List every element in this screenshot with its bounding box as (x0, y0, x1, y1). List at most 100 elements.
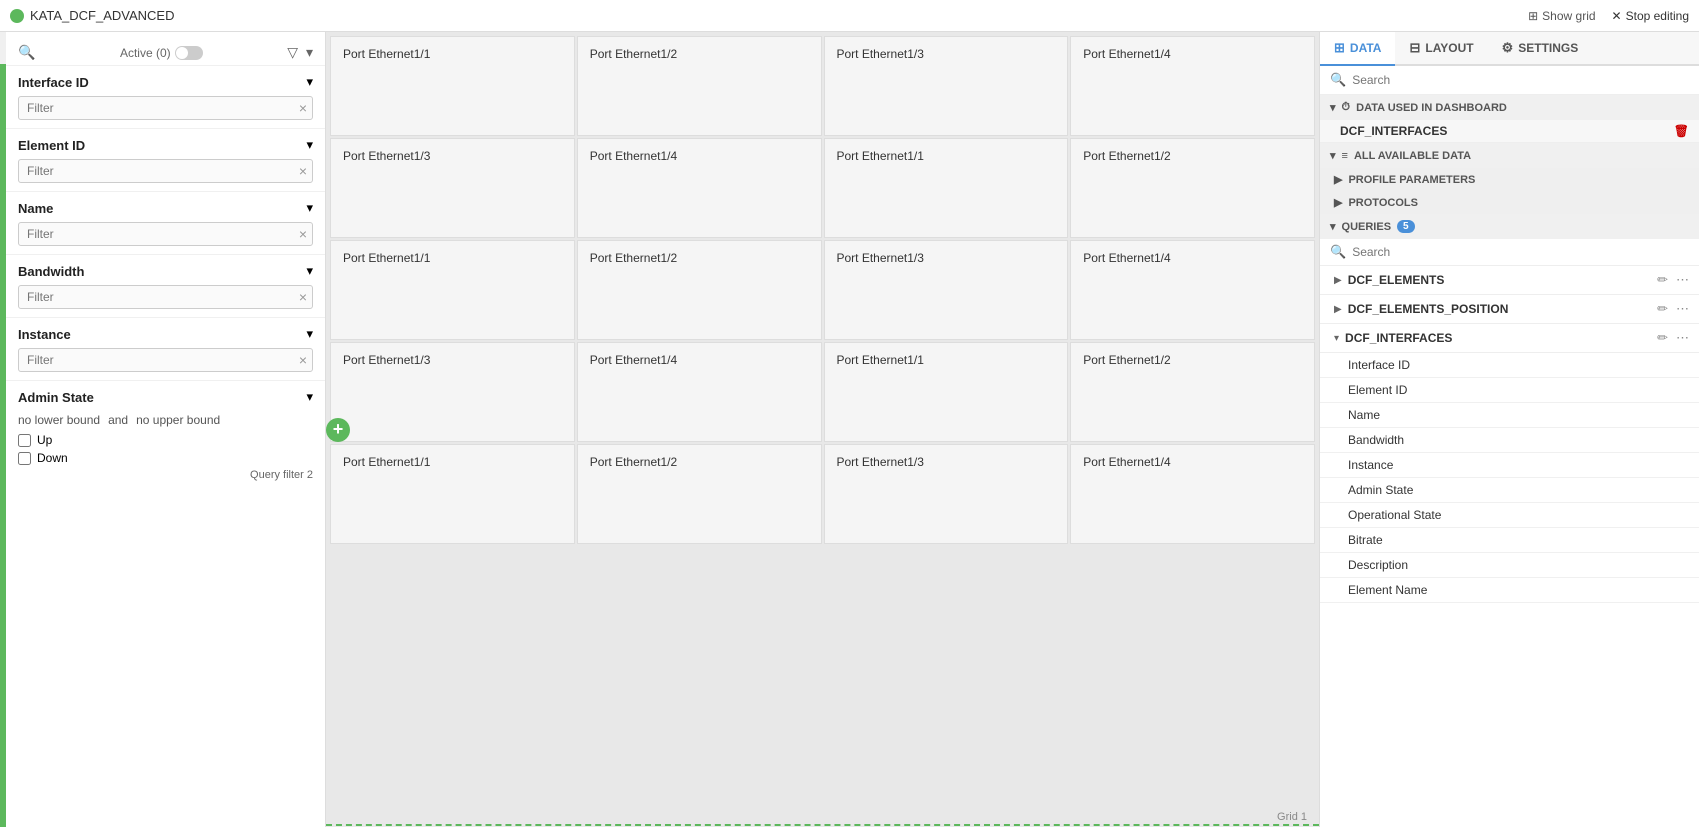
data-section: ▾ ⏱ DATA USED IN DASHBOARD DCF_INTERFACE… (1320, 95, 1699, 827)
dcf-field-item[interactable]: Bitrate (1320, 528, 1699, 553)
grid-cell[interactable]: Port Ethernet1/3 (330, 138, 575, 238)
query-edit-icon-dcf-elements-position[interactable]: ✏ (1657, 301, 1668, 317)
all-available-chevron: ▾ (1330, 149, 1336, 162)
grid-cell[interactable]: Port Ethernet1/3 (824, 444, 1069, 544)
dcf-field-item[interactable]: Admin State (1320, 478, 1699, 503)
filter-chevron-name: ▾ (306, 200, 313, 216)
expand-icon[interactable]: ▾ (306, 44, 313, 61)
filter-title-bandwidth: Bandwidth (18, 264, 84, 279)
tab-label-layout: LAYOUT (1425, 41, 1473, 55)
grid-cell[interactable]: Port Ethernet1/1 (824, 138, 1069, 238)
down-checkbox[interactable] (18, 452, 31, 465)
dcf-field-item[interactable]: Element ID (1320, 378, 1699, 403)
filter-input-bandwidth[interactable] (18, 285, 313, 309)
tab-label-data: DATA (1350, 41, 1382, 55)
query-arrow-dcf-interfaces: ▾ (1334, 333, 1339, 344)
add-widget-button[interactable]: + (326, 418, 350, 442)
admin-state-header[interactable]: Admin State ▾ (18, 389, 313, 405)
filter-section-interface-id: Interface ID ▾ × (6, 66, 325, 129)
dcf-field-item[interactable]: Operational State (1320, 503, 1699, 528)
show-grid-label: Show grid (1542, 9, 1595, 23)
filter-section-header-bandwidth[interactable]: Bandwidth ▾ (18, 263, 313, 279)
data-used-header[interactable]: ▾ ⏱ DATA USED IN DASHBOARD (1320, 95, 1699, 120)
dcf-field-item[interactable]: Bandwidth (1320, 428, 1699, 453)
all-available-title: ALL AVAILABLE DATA (1354, 150, 1471, 162)
filter-section-header-instance[interactable]: Instance ▾ (18, 326, 313, 342)
dcf-field-item[interactable]: Instance (1320, 453, 1699, 478)
dcf-field-item[interactable]: Element Name (1320, 578, 1699, 603)
filter-icon[interactable]: ▽ (287, 44, 298, 61)
grid-cell[interactable]: Port Ethernet1/4 (577, 138, 822, 238)
all-available-icon: ≡ (1342, 150, 1348, 162)
grid-cell[interactable]: Port Ethernet1/4 (1070, 240, 1315, 340)
grid-cell[interactable]: Port Ethernet1/3 (330, 342, 575, 442)
tab-data[interactable]: ⊞DATA (1320, 32, 1395, 66)
up-checkbox[interactable] (18, 434, 31, 447)
protocols-header[interactable]: ▶ PROTOCOLS (1320, 191, 1699, 214)
filter-input-interface-id[interactable] (18, 96, 313, 120)
grid-cell[interactable]: Port Ethernet1/2 (577, 444, 822, 544)
show-grid-button[interactable]: ⊞ Show grid (1528, 9, 1595, 23)
filter-clear-name[interactable]: × (299, 226, 307, 242)
query-item-dcf-elements[interactable]: ▶ DCF_ELEMENTS ✏ ⋯ (1320, 266, 1699, 295)
filter-input-instance[interactable] (18, 348, 313, 372)
grid-cell[interactable]: Port Ethernet1/4 (1070, 36, 1315, 136)
right-search-input[interactable] (1352, 73, 1689, 87)
grid-cell[interactable]: Port Ethernet1/1 (330, 444, 575, 544)
queries-count-badge: 5 (1397, 220, 1415, 233)
query-edit-icon-dcf-interfaces[interactable]: ✏ (1657, 330, 1668, 346)
grid-cell[interactable]: Port Ethernet1/3 (824, 36, 1069, 136)
active-toggle[interactable] (175, 46, 203, 60)
right-search-icon: 🔍 (1330, 72, 1346, 88)
tab-settings[interactable]: ⚙SETTINGS (1488, 32, 1593, 66)
dcf-interfaces-used-label: DCF_INTERFACES (1340, 124, 1447, 138)
dcf-field-item[interactable]: Description (1320, 553, 1699, 578)
grid-cell[interactable]: Port Ethernet1/2 (1070, 138, 1315, 238)
filter-input-wrap-instance: × (18, 348, 313, 372)
grid-cell[interactable]: Port Ethernet1/4 (577, 342, 822, 442)
grid-cell-label: Port Ethernet1/1 (837, 149, 924, 163)
dcf-interfaces-delete-icon[interactable]: 🗑 (1674, 124, 1689, 138)
grid-cell[interactable]: Port Ethernet1/3 (824, 240, 1069, 340)
grid-cell[interactable]: Port Ethernet1/4 (1070, 444, 1315, 544)
query-item-left-dcf-elements-position: ▶ DCF_ELEMENTS_POSITION (1334, 302, 1508, 316)
stop-editing-button[interactable]: ✕ Stop editing (1612, 9, 1689, 23)
admin-state-title: Admin State (18, 390, 94, 405)
grid-cell[interactable]: Port Ethernet1/2 (577, 240, 822, 340)
query-actions-dcf-elements: ✏ ⋯ (1657, 272, 1689, 288)
grid-cell[interactable]: Port Ethernet1/1 (330, 240, 575, 340)
queries-header[interactable]: ▾ QUERIES 5 (1320, 214, 1699, 239)
grid-cell[interactable]: Port Ethernet1/2 (1070, 342, 1315, 442)
grid-cell-label: Port Ethernet1/2 (590, 47, 677, 61)
tab-layout[interactable]: ⊟LAYOUT (1395, 32, 1487, 66)
profile-parameters-header[interactable]: ▶ PROFILE PARAMETERS (1320, 168, 1699, 191)
filter-section-header-element-id[interactable]: Element ID ▾ (18, 137, 313, 153)
filter-input-name[interactable] (18, 222, 313, 246)
query-item-dcf-elements-position[interactable]: ▶ DCF_ELEMENTS_POSITION ✏ ⋯ (1320, 295, 1699, 324)
all-available-header[interactable]: ▾ ≡ ALL AVAILABLE DATA (1320, 143, 1699, 168)
filter-section-header-name[interactable]: Name ▾ (18, 200, 313, 216)
query-edit-icon-dcf-elements[interactable]: ✏ (1657, 272, 1668, 288)
dcf-interfaces-used-item[interactable]: DCF_INTERFACES 🗑 (1320, 120, 1699, 143)
dcf-field-item[interactable]: Interface ID (1320, 353, 1699, 378)
filter-section-header-interface-id[interactable]: Interface ID ▾ (18, 74, 313, 90)
grid-cell[interactable]: Port Ethernet1/1 (330, 36, 575, 136)
query-more-icon-dcf-elements[interactable]: ⋯ (1676, 272, 1689, 288)
queries-search-input[interactable] (1352, 245, 1689, 259)
filter-clear-interface-id[interactable]: × (299, 100, 307, 116)
stop-icon: ✕ (1612, 9, 1622, 23)
grid-footer: Grid 1 (1277, 811, 1307, 823)
dcf-field-item[interactable]: Name (1320, 403, 1699, 428)
filter-input-element-id[interactable] (18, 159, 313, 183)
filter-clear-bandwidth[interactable]: × (299, 289, 307, 305)
data-used-title: DATA USED IN DASHBOARD (1356, 102, 1507, 114)
grid-cell[interactable]: Port Ethernet1/2 (577, 36, 822, 136)
query-item-dcf-interfaces[interactable]: ▾ DCF_INTERFACES ✏ ⋯ (1320, 324, 1699, 353)
query-more-icon-dcf-elements-position[interactable]: ⋯ (1676, 301, 1689, 317)
query-more-icon-dcf-interfaces[interactable]: ⋯ (1676, 330, 1689, 346)
grid-cell[interactable]: Port Ethernet1/1 (824, 342, 1069, 442)
filter-clear-instance[interactable]: × (299, 352, 307, 368)
admin-state-section: Admin State ▾ no lower bound and no uppe… (6, 381, 325, 489)
grid-cell-label: Port Ethernet1/1 (343, 251, 430, 265)
filter-clear-element-id[interactable]: × (299, 163, 307, 179)
